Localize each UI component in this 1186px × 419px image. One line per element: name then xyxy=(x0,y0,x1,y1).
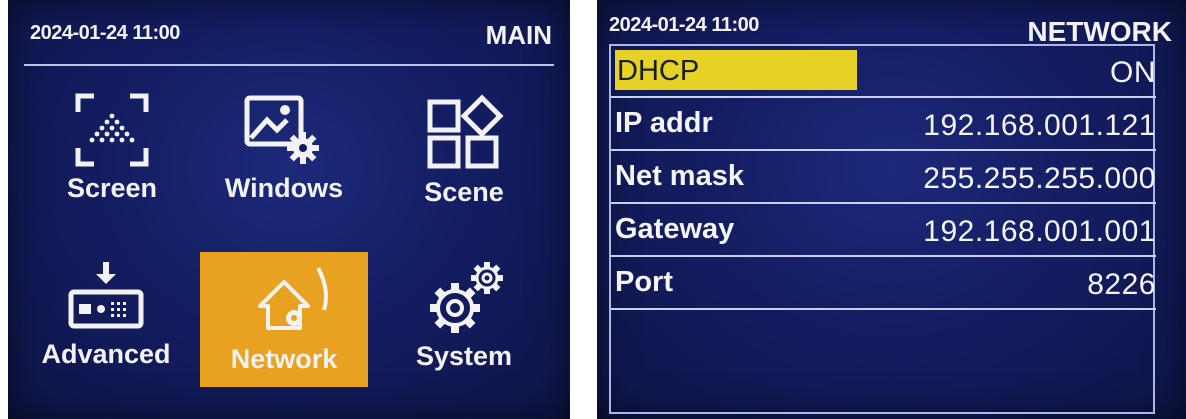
setting-row-port[interactable]: Port 8226 xyxy=(611,258,1156,310)
setting-value: 192.168.001.121 xyxy=(923,109,1156,142)
network-settings-screen: 2024-01-24 11:00 NETWORK DHCP ON IP addr… xyxy=(597,0,1186,419)
datetime-label: 2024-01-24 11:00 xyxy=(30,22,180,44)
row-divider xyxy=(611,308,1156,310)
system-icon xyxy=(380,258,548,338)
menu-item-label: Windows xyxy=(224,173,344,203)
setting-row-gateway[interactable]: Gateway 192.168.001.001 xyxy=(611,205,1156,257)
setting-label: IP addr xyxy=(615,107,713,139)
setting-label: Gateway xyxy=(615,213,735,245)
row-divider xyxy=(611,96,1156,98)
page-title: MAIN xyxy=(485,20,552,50)
network-icon xyxy=(200,254,368,334)
scene-icon xyxy=(380,94,548,174)
setting-row-ip-addr[interactable]: IP addr 192.168.001.121 xyxy=(611,99,1156,151)
menu-item-label: Advanced xyxy=(41,339,171,369)
menu-item-network[interactable]: Network xyxy=(200,252,368,387)
menu-item-label: System xyxy=(415,341,513,371)
advanced-icon xyxy=(22,256,190,336)
menu-item-screen[interactable]: Screen xyxy=(28,76,196,226)
menu-item-label: Scene xyxy=(424,177,504,207)
menu-item-label: Screen xyxy=(66,173,158,203)
setting-value: 192.168.001.001 xyxy=(923,215,1156,248)
row-divider xyxy=(611,255,1156,257)
setting-row-net-mask[interactable]: Net mask 255.255.255.000 xyxy=(611,152,1156,204)
row-divider xyxy=(611,149,1156,151)
main-menu-screen: 2024-01-24 11:00 MAIN Screen Windows Sce… xyxy=(8,0,570,419)
setting-value: ON xyxy=(1110,56,1156,89)
setting-value: 8226 xyxy=(1087,268,1156,301)
setting-label: DHCP xyxy=(615,50,857,90)
setting-row-dhcp[interactable]: DHCP ON xyxy=(611,46,1156,98)
setting-label: Port xyxy=(615,266,673,298)
row-divider xyxy=(611,202,1156,204)
menu-item-windows[interactable]: Windows xyxy=(200,76,368,226)
header-divider xyxy=(24,64,554,66)
menu-item-label: Network xyxy=(230,344,338,374)
menu-item-advanced[interactable]: Advanced xyxy=(22,242,190,392)
windows-icon xyxy=(200,90,368,170)
setting-value: 255.255.255.000 xyxy=(923,162,1156,195)
page-title: NETWORK xyxy=(1027,16,1172,47)
menu-item-scene[interactable]: Scene xyxy=(380,80,548,230)
screen-icon xyxy=(28,90,196,170)
datetime-label: 2024-01-24 11:00 xyxy=(609,14,759,36)
setting-label: Net mask xyxy=(615,160,744,192)
menu-item-system[interactable]: System xyxy=(380,244,548,394)
main-header: 2024-01-24 11:00 MAIN xyxy=(8,0,570,60)
